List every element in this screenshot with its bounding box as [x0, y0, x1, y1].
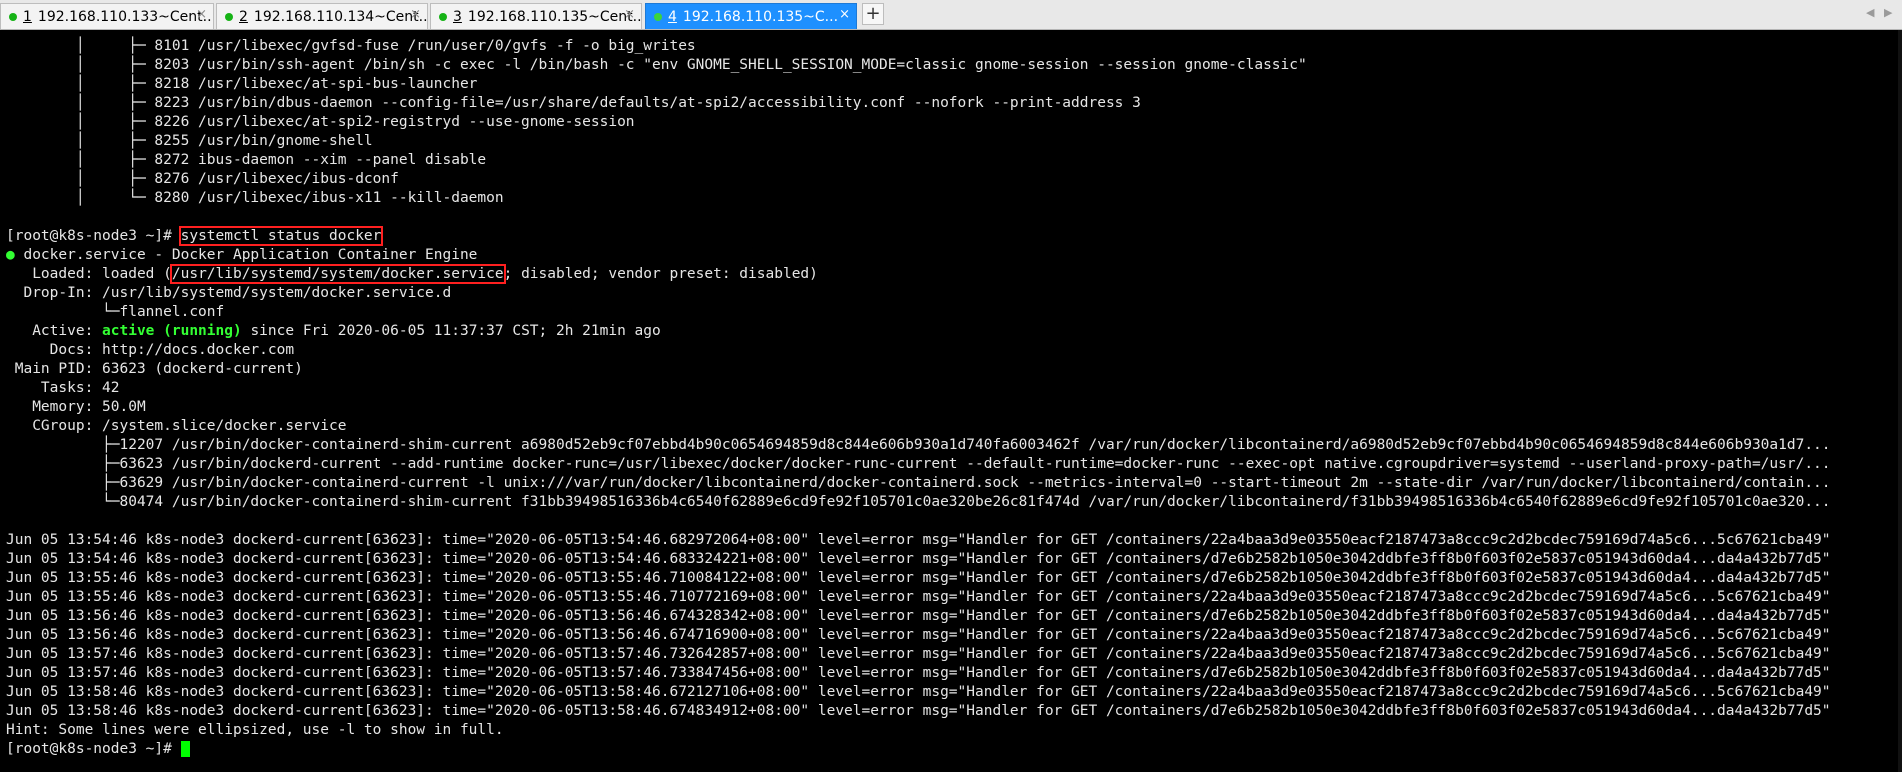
highlighted-command: systemctl status docker	[178, 226, 384, 246]
journal-log-line: Jun 05 13:55:46 k8s-node3 dockerd-curren…	[6, 570, 1831, 586]
tab-session-3[interactable]: 3 192.168.110.135~Cent... ×	[430, 3, 642, 29]
terminal-output[interactable]: │ ├─ 8101 /usr/libexec/gvfsd-fuse /run/u…	[0, 30, 1902, 772]
close-tab-icon[interactable]: ×	[839, 7, 850, 22]
active-state: active (running)	[102, 323, 242, 339]
process-tree-line: │ ├─ 8276 /usr/libexec/ibus-dconf	[6, 171, 399, 187]
active-since: since Fri 2020-06-05 11:37:37 CST; 2h 21…	[241, 323, 661, 339]
tab-session-1[interactable]: 1 192.168.110.133~Cent... ×	[0, 3, 214, 29]
journal-log-line: Jun 05 13:58:46 k8s-node3 dockerd-curren…	[6, 684, 1831, 700]
tab-title: 192.168.110.135~C...	[682, 8, 839, 25]
connected-status-icon	[9, 12, 17, 21]
loaded-line: Loaded: loaded (/usr/lib/systemd/system/…	[0, 264, 1902, 284]
dropin-line: Drop-In: /usr/lib/systemd/system/docker.…	[6, 285, 452, 301]
tab-title: 192.168.110.135~Cent...	[467, 8, 642, 25]
scroll-tabs-left-icon[interactable]: ◀	[1866, 6, 1874, 19]
tab-number: 2	[239, 8, 248, 25]
cgroup-process-line: ├─63629 /usr/bin/docker-containerd-curre…	[6, 475, 1831, 491]
tasks-line: Tasks: 42	[6, 380, 120, 396]
scroll-tabs-right-icon[interactable]: ▶	[1884, 6, 1892, 19]
command-line: [root@k8s-node3 ~]# systemctl status doc…	[0, 226, 1902, 246]
input-line[interactable]: [root@k8s-node3 ~]#	[0, 740, 1902, 759]
journal-log-line: Jun 05 13:57:46 k8s-node3 dockerd-curren…	[6, 646, 1831, 662]
process-tree-line: │ ├─ 8203 /usr/bin/ssh-agent /bin/sh -c …	[6, 57, 1307, 73]
process-tree-line: │ ├─ 8101 /usr/libexec/gvfsd-fuse /run/u…	[6, 38, 696, 54]
tab-number: 1	[23, 8, 32, 25]
cgroup-process-line: ├─63623 /usr/bin/dockerd-current --add-r…	[6, 456, 1831, 472]
process-tree-line: │ ├─ 8255 /usr/bin/gnome-shell	[6, 133, 373, 149]
service-active-dot-icon: ●	[6, 247, 15, 263]
journal-log-line: Jun 05 13:56:46 k8s-node3 dockerd-curren…	[6, 608, 1831, 624]
cgroup-process-line: ├─12207 /usr/bin/docker-containerd-shim-…	[6, 437, 1831, 453]
shell-prompt: [root@k8s-node3 ~]#	[6, 228, 181, 244]
process-tree-line: │ └─ 8280 /usr/libexec/ibus-x11 --kill-d…	[6, 190, 504, 206]
tab-bar: 1 192.168.110.133~Cent... × 2 192.168.11…	[0, 0, 1902, 30]
service-description: docker.service - Docker Application Cont…	[14, 247, 478, 263]
process-tree-line: │ ├─ 8218 /usr/libexec/at-spi-bus-launch…	[6, 76, 478, 92]
process-tree-line: │ ├─ 8223 /usr/bin/dbus-daemon --config-…	[6, 95, 1141, 111]
cgroup-process-line: └─80474 /usr/bin/docker-containerd-shim-…	[6, 494, 1831, 510]
connected-status-icon	[439, 12, 447, 21]
memory-line: Memory: 50.0M	[6, 399, 146, 415]
main-pid-line: Main PID: 63623 (dockerd-current)	[6, 361, 303, 377]
terminal-scrollbar[interactable]	[1898, 30, 1902, 772]
process-tree-line: │ ├─ 8226 /usr/libexec/at-spi2-registryd…	[6, 114, 635, 130]
tab-title: 192.168.110.133~Cent...	[37, 8, 214, 25]
cgroup-line: CGroup: /system.slice/docker.service	[6, 418, 347, 434]
active-line: Active: active (running) since Fri 2020-…	[0, 322, 1902, 341]
active-label: Active:	[6, 323, 103, 339]
process-tree-line: │ ├─ 8272 ibus-daemon --xim --panel disa…	[6, 152, 487, 168]
journal-log-line: Jun 05 13:54:46 k8s-node3 dockerd-curren…	[6, 551, 1831, 567]
dropin-file-line: └─flannel.conf	[6, 304, 225, 320]
docs-line: Docs: http://docs.docker.com	[6, 342, 295, 358]
journal-log-line: Jun 05 13:57:46 k8s-node3 dockerd-curren…	[6, 665, 1831, 681]
terminal-cursor	[180, 741, 190, 757]
loaded-status: ; disabled; vendor preset: disabled)	[503, 266, 818, 282]
close-tab-icon[interactable]: ×	[624, 7, 635, 22]
tab-title: 192.168.110.134~Cent...	[253, 8, 428, 25]
journal-log-line: Jun 05 13:56:46 k8s-node3 dockerd-curren…	[6, 627, 1831, 643]
tab-number: 3	[453, 8, 462, 25]
add-tab-button[interactable]: +	[862, 3, 884, 25]
service-header-line: ● docker.service - Docker Application Co…	[0, 246, 1902, 265]
shell-prompt: [root@k8s-node3 ~]#	[6, 741, 181, 757]
journal-log-line: Jun 05 13:55:46 k8s-node3 dockerd-curren…	[6, 589, 1831, 605]
tab-session-2[interactable]: 2 192.168.110.134~Cent... ×	[216, 3, 428, 29]
highlighted-unit-path: /usr/lib/systemd/system/docker.service	[169, 264, 506, 284]
hint-line: Hint: Some lines were ellipsized, use -l…	[6, 722, 504, 738]
journal-log-line: Jun 05 13:54:46 k8s-node3 dockerd-curren…	[6, 532, 1831, 548]
connected-status-icon	[654, 12, 662, 21]
close-tab-icon[interactable]: ×	[196, 7, 207, 22]
tab-number: 4	[668, 8, 677, 25]
tab-session-4-active[interactable]: 4 192.168.110.135~C... ×	[645, 3, 857, 29]
close-tab-icon[interactable]: ×	[410, 7, 421, 22]
connected-status-icon	[225, 12, 233, 21]
journal-log-line: Jun 05 13:58:46 k8s-node3 dockerd-curren…	[6, 703, 1831, 719]
loaded-label: Loaded: loaded (	[6, 266, 172, 282]
